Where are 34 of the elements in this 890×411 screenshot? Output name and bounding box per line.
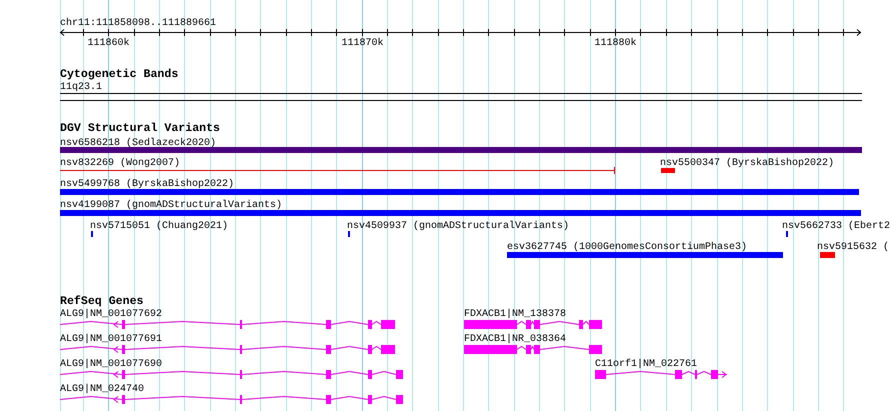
feature-label: nsv5500347 (ByrskaBishop2022) [660, 158, 834, 169]
feature-label: C11orf1|NM_022761 [595, 359, 698, 370]
feature-label: nsv5915632 ( [817, 242, 890, 253]
feature-label: nsv4509937 (gnomADStructuralVariants) [347, 221, 570, 232]
feature-label: nsv5662733 (Ebert2 [782, 221, 890, 232]
feature-label: ALG9|NM_001077690 [60, 359, 162, 370]
feature-label: nsv832269 (Wong2007) [60, 158, 180, 169]
track-title: Cytogenetic Bands [60, 68, 178, 81]
feature-label: nsv6586218 (Sedlazeck2020) [60, 138, 216, 149]
location-label: chr11:111858098..111889661 [60, 18, 216, 29]
gene-model[interactable] [464, 320, 602, 329]
feature-label: ALG9|NM_024740 [60, 384, 144, 395]
feature-label: FDXACB1|NR_038364 [464, 334, 566, 345]
gene-model[interactable] [595, 370, 728, 379]
gene-model[interactable] [60, 320, 395, 329]
gene-model[interactable] [60, 395, 403, 404]
variant-line[interactable] [60, 166, 616, 174]
tick-label: 111880k [594, 38, 636, 49]
track-title: DGV Structural Variants [60, 122, 220, 135]
gene-model[interactable] [60, 370, 403, 379]
tick-label: 111860k [88, 38, 130, 49]
gene-model[interactable] [60, 345, 395, 354]
feature-label: nsv5499768 (ByrskaBishop2022) [60, 179, 234, 190]
feature-label: nsv5715051 (Chuang2021) [90, 221, 228, 232]
feature-label: 11q23.1 [60, 82, 102, 93]
feature-label: ALG9|NM_001077691 [60, 334, 162, 345]
track-title: RefSeq Genes [60, 295, 144, 308]
cytoband[interactable] [60, 93, 862, 101]
feature-label: esv3627745 (1000GenomesConsortiumPhase3) [507, 242, 748, 253]
feature-label: FDXACB1|NM_138378 [464, 309, 566, 320]
tick-label: 111870k [342, 38, 384, 49]
gene-model[interactable] [464, 345, 602, 354]
feature-label: nsv4199087 (gnomADStructuralVariants) [60, 200, 282, 211]
feature-label: ALG9|NM_001077692 [60, 309, 162, 320]
